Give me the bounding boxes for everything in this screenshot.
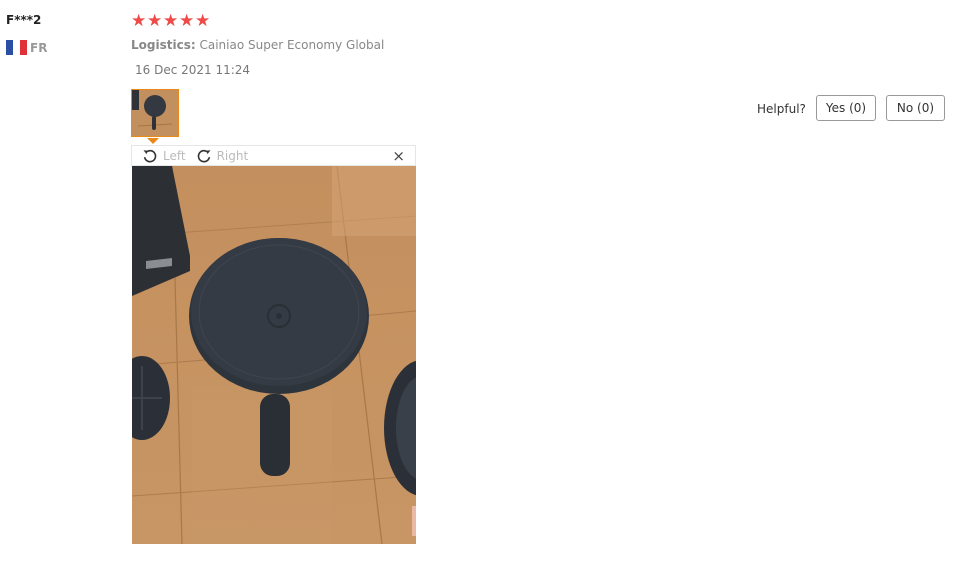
star-icon: ★ bbox=[179, 11, 195, 31]
rotate-right-label: Right bbox=[216, 148, 249, 163]
helpful-no-button[interactable]: No (0) bbox=[886, 95, 945, 121]
star-icon: ★ bbox=[195, 11, 211, 31]
review-photo bbox=[132, 166, 416, 544]
rotate-right-button[interactable]: Right bbox=[196, 148, 249, 164]
helpful-yes-button[interactable]: Yes (0) bbox=[816, 95, 876, 121]
photo-viewer: Left Right × bbox=[131, 145, 416, 544]
rotate-left-icon bbox=[143, 149, 157, 162]
logistics-info: Logistics: Cainiao Super Economy Global bbox=[131, 38, 384, 52]
france-flag-icon bbox=[6, 40, 27, 55]
review-photo-image bbox=[132, 166, 416, 544]
country-code: FR bbox=[30, 40, 48, 55]
star-rating: ★ ★ ★ ★ ★ bbox=[131, 12, 211, 31]
reviewer-country: FR bbox=[6, 40, 47, 55]
review-photo-thumbnail[interactable] bbox=[131, 89, 179, 137]
helpful-label: Helpful? bbox=[757, 102, 806, 116]
rotate-left-label: Left bbox=[163, 148, 186, 163]
logistics-value: Cainiao Super Economy Global bbox=[199, 38, 385, 52]
photo-viewer-toolbar: Left Right × bbox=[131, 145, 416, 166]
rotate-right-icon bbox=[197, 149, 211, 162]
thumbnail-image bbox=[132, 90, 178, 136]
review-date: 16 Dec 2021 11:24 bbox=[135, 63, 251, 77]
rotate-left-button[interactable]: Left bbox=[142, 148, 186, 164]
thumbnail-selected-pointer bbox=[147, 138, 159, 144]
star-icon: ★ bbox=[131, 11, 147, 31]
star-icon: ★ bbox=[163, 11, 179, 31]
star-icon: ★ bbox=[147, 11, 163, 31]
close-viewer-button[interactable]: × bbox=[392, 147, 405, 165]
logistics-label: Logistics: bbox=[131, 38, 196, 52]
review-user-name: F***2 bbox=[6, 13, 42, 27]
